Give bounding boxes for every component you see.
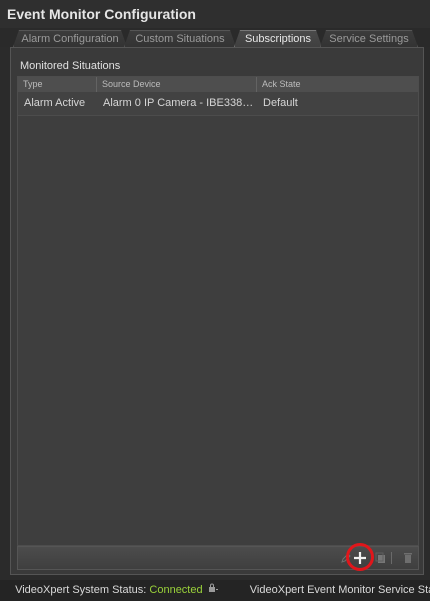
cell-source-device: Alarm 0 IP Camera - IBE338-1...: [103, 97, 255, 109]
system-status-value: Connected: [149, 584, 203, 596]
column-header-ack-state[interactable]: Ack State: [257, 77, 418, 92]
tab-custom-situations[interactable]: Custom Situations: [124, 30, 236, 47]
copy-icon[interactable]: [373, 550, 389, 566]
toolbar-divider: [390, 550, 394, 566]
service-status-label: VideoXpert Event Monitor Service Status:: [249, 584, 430, 596]
column-header-type[interactable]: Type: [18, 77, 97, 92]
cell-type: Alarm Active: [24, 97, 86, 109]
delete-icon[interactable]: [400, 550, 416, 566]
cell-ack-state: Default: [263, 97, 298, 109]
tab-service-settings[interactable]: Service Settings: [320, 30, 418, 47]
lock-icon: [208, 580, 218, 601]
window-title: Event Monitor Configuration: [7, 6, 196, 22]
add-button-highlight: [346, 543, 374, 571]
status-bar: VideoXpert System Status: Connected Vide…: [0, 580, 430, 601]
system-status-label: VideoXpert System Status:: [15, 584, 147, 596]
tab-alarm-configuration[interactable]: Alarm Configuration: [13, 30, 127, 47]
panel-heading: Monitored Situations: [20, 60, 121, 72]
column-header-source-device[interactable]: Source Device: [97, 77, 257, 92]
tab-subscriptions[interactable]: Subscriptions: [234, 30, 322, 47]
monitored-situations-table: [17, 76, 419, 546]
